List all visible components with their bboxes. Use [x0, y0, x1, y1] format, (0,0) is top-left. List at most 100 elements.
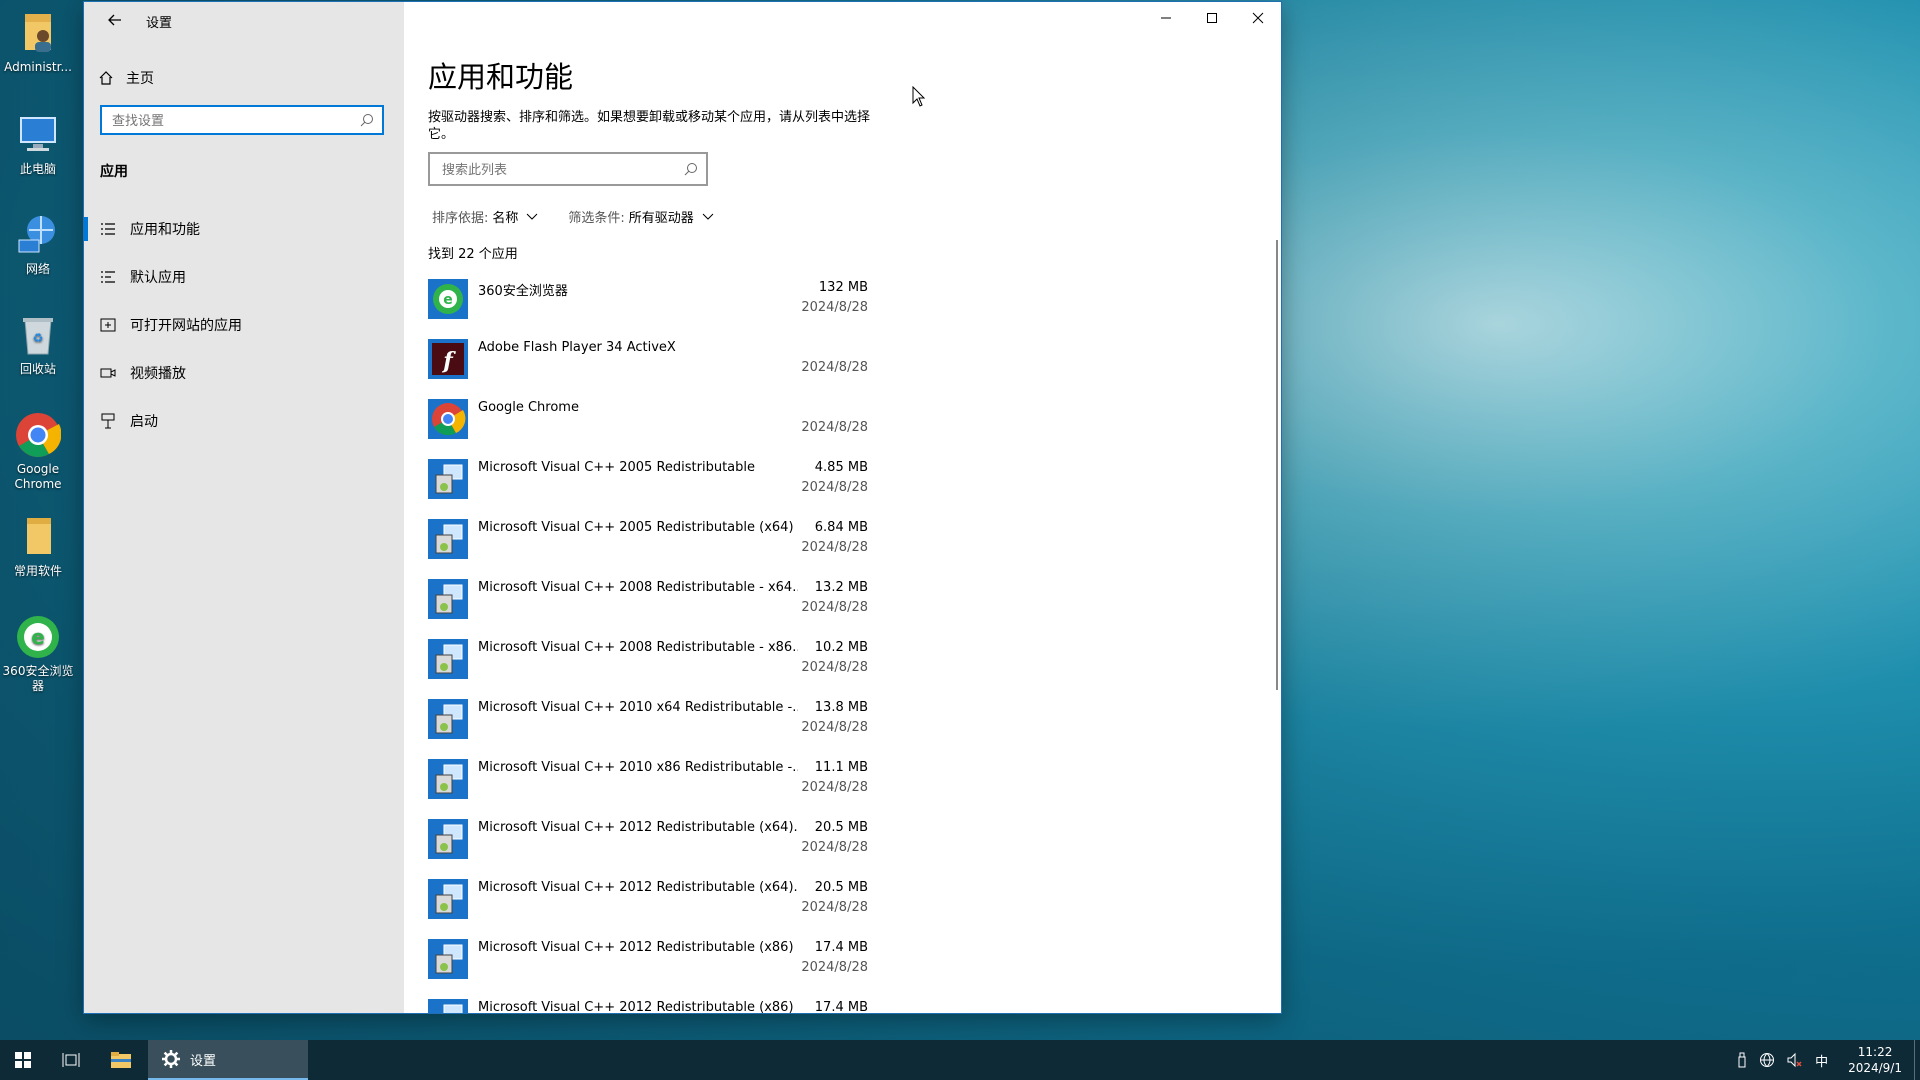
- task-view-button[interactable]: [48, 1040, 94, 1080]
- search-icon[interactable]: [684, 162, 698, 176]
- sidebar-item-label: 视频播放: [130, 366, 186, 382]
- desktop-icon-google-chrome[interactable]: Google Chrome: [0, 412, 76, 492]
- desktop-icon-this-pc[interactable]: 此电脑: [0, 112, 76, 177]
- list-item[interactable]: Microsoft Visual C++ 2012 Redistributabl…: [428, 998, 868, 1013]
- svg-text:e: e: [443, 292, 453, 308]
- list-item[interactable]: Microsoft Visual C++ 2010 x86 Redistribu…: [428, 758, 868, 818]
- back-arrow-icon: [108, 14, 121, 26]
- app-size: 20.5 MB: [814, 880, 868, 895]
- volume-muted-icon[interactable]: [1787, 1052, 1803, 1068]
- sidebar-item-video-playback[interactable]: 视频播放: [84, 353, 404, 393]
- filter-dropdown[interactable]: 筛选条件: 所有驱动器: [568, 207, 714, 226]
- apps-list-icon: [98, 222, 118, 236]
- home-icon: [99, 71, 113, 85]
- app-size: 4.85 MB: [814, 460, 868, 475]
- settings-window: 设置 主页 应用 应用和功能 默认应用 可打开网站的应用 视频播放 启: [84, 2, 1281, 1013]
- usb-icon[interactable]: [1737, 1052, 1747, 1068]
- app-name: Microsoft Visual C++ 2012 Redistributabl…: [478, 1000, 798, 1013]
- sidebar-item-label: 默认应用: [130, 270, 186, 286]
- installer-icon: [428, 759, 468, 799]
- installer-icon: [428, 819, 468, 859]
- list-item[interactable]: Microsoft Visual C++ 2012 Redistributabl…: [428, 818, 868, 878]
- recycle-bin-icon: ♻: [15, 312, 61, 358]
- chrome-icon: [15, 412, 62, 458]
- svg-text:♻: ♻: [33, 331, 44, 345]
- start-button[interactable]: [0, 1040, 46, 1080]
- desktop-icon-network[interactable]: 网络: [0, 212, 76, 277]
- sidebar-item-open-websites[interactable]: 可打开网站的应用: [84, 305, 404, 345]
- app-size: 10.2 MB: [814, 640, 868, 655]
- app-date: 2024/8/28: [801, 960, 868, 975]
- desktop-icon-label: 回收站: [19, 362, 56, 376]
- open-website-icon: [98, 318, 118, 332]
- list-item[interactable]: e 360安全浏览器 132 MB 2024/8/28: [428, 278, 868, 338]
- app-size: 17.4 MB: [814, 940, 868, 955]
- network-globe-icon[interactable]: [1759, 1052, 1775, 1068]
- app-date: 2024/8/28: [801, 660, 868, 675]
- filter-label: 筛选条件:: [568, 211, 625, 226]
- settings-search-input[interactable]: [110, 107, 354, 135]
- show-desktop-button[interactable]: [1914, 1040, 1920, 1080]
- desktop-icon-360-browser[interactable]: e 360安全浏览器: [0, 614, 76, 694]
- sidebar-home[interactable]: 主页: [98, 62, 154, 94]
- app-date: 2024/8/28: [801, 840, 868, 855]
- taskbar: 设置 中 11:22 2024/9/1: [0, 1040, 1920, 1080]
- list-item[interactable]: Microsoft Visual C++ 2010 x64 Redistribu…: [428, 698, 868, 758]
- list-search-input[interactable]: [440, 154, 684, 186]
- scrollbar[interactable]: [1276, 240, 1278, 690]
- desktop-icon-administrator[interactable]: Administr...: [0, 10, 76, 75]
- installer-icon: [428, 999, 468, 1013]
- sidebar-item-label: 应用和功能: [130, 222, 200, 238]
- sort-dropdown[interactable]: 排序依据: 名称: [432, 207, 538, 226]
- list-item[interactable]: Microsoft Visual C++ 2005 Redistributabl…: [428, 458, 868, 518]
- app-name: Microsoft Visual C++ 2012 Redistributabl…: [478, 880, 798, 895]
- sidebar-item-label: 启动: [130, 414, 158, 430]
- app-date: 2024/8/28: [801, 540, 868, 555]
- desktop-icon-recycle-bin[interactable]: ♻ 回收站: [0, 312, 76, 377]
- app-date: 2024/8/28: [801, 600, 868, 615]
- app-size: 20.5 MB: [814, 820, 868, 835]
- list-item[interactable]: Microsoft Visual C++ 2005 Redistributabl…: [428, 518, 868, 578]
- app-size: 17.4 MB: [814, 1000, 868, 1013]
- network-icon: [15, 212, 61, 258]
- app-size: 13.8 MB: [814, 700, 868, 715]
- settings-search-box[interactable]: [100, 105, 384, 135]
- sidebar-item-label: 可打开网站的应用: [130, 318, 242, 334]
- app-name: Microsoft Visual C++ 2005 Redistributabl…: [478, 460, 755, 475]
- ime-indicator[interactable]: 中: [1815, 1051, 1828, 1070]
- page-description: 按驱动器搜索、排序和筛选。如果想要卸载或移动某个应用，请从列表中选择它。: [428, 110, 871, 142]
- app-name: Google Chrome: [478, 400, 579, 415]
- app-name: Microsoft Visual C++ 2008 Redistributabl…: [478, 580, 798, 595]
- desktop-icon-common-software[interactable]: 常用软件: [0, 514, 76, 579]
- list-item[interactable]: Microsoft Visual C++ 2012 Redistributabl…: [428, 938, 868, 998]
- sort-label: 排序依据:: [432, 211, 489, 226]
- sidebar-item-startup[interactable]: 启动: [84, 401, 404, 441]
- taskbar-settings-button[interactable]: 设置: [148, 1040, 308, 1080]
- back-button[interactable]: [100, 8, 130, 32]
- list-item[interactable]: Google Chrome 2024/8/28: [428, 398, 868, 458]
- computer-icon: [15, 112, 61, 158]
- desktop-icon-label: 网络: [25, 262, 50, 276]
- startup-icon: [98, 413, 118, 429]
- installer-icon: [428, 579, 468, 619]
- installer-icon: [428, 879, 468, 919]
- clock[interactable]: 11:22 2024/9/1: [1848, 1044, 1902, 1076]
- list-item[interactable]: Microsoft Visual C++ 2008 Redistributabl…: [428, 638, 868, 698]
- svg-text:e: e: [31, 625, 45, 649]
- list-item[interactable]: Microsoft Visual C++ 2008 Redistributabl…: [428, 578, 868, 638]
- search-icon[interactable]: [360, 113, 374, 127]
- app-name: Microsoft Visual C++ 2005 Redistributabl…: [478, 520, 794, 535]
- close-button[interactable]: [1235, 2, 1281, 34]
- default-apps-icon: [98, 270, 118, 284]
- file-explorer-button[interactable]: [98, 1040, 144, 1080]
- app-name: Microsoft Visual C++ 2010 x86 Redistribu…: [478, 760, 798, 775]
- window-title: 设置: [146, 16, 173, 31]
- sidebar-item-apps-features[interactable]: 应用和功能: [84, 209, 404, 249]
- filter-bar: 排序依据: 名称 筛选条件: 所有驱动器: [432, 207, 744, 226]
- list-item[interactable]: Microsoft Visual C++ 2012 Redistributabl…: [428, 878, 868, 938]
- list-item[interactable]: f Adobe Flash Player 34 ActiveX 2024/8/2…: [428, 338, 868, 398]
- sidebar-item-default-apps[interactable]: 默认应用: [84, 257, 404, 297]
- list-search-box[interactable]: [428, 152, 708, 186]
- app-name: Microsoft Visual C++ 2012 Redistributabl…: [478, 940, 798, 955]
- app-date: 2024/8/28: [801, 300, 868, 315]
